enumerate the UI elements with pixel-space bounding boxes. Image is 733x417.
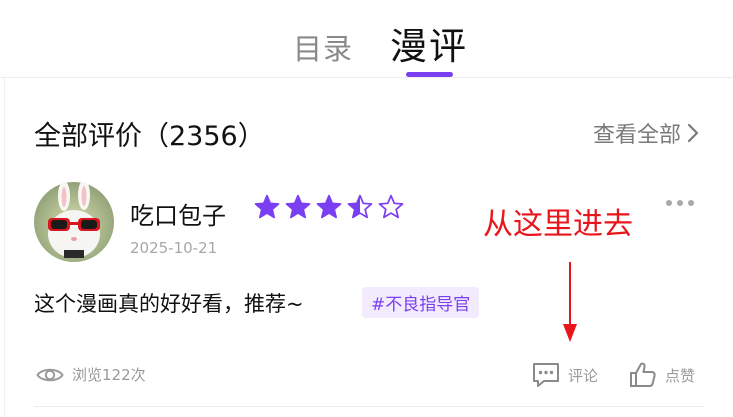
see-all-link[interactable]: 查看全部 [593, 117, 699, 149]
chevron-right-icon [687, 123, 699, 143]
divider [34, 406, 704, 407]
reviews-section-title: 全部评价（2356） [34, 121, 265, 152]
like-label: 点赞 [665, 366, 696, 385]
star-icon [347, 194, 373, 219]
divider [4, 78, 5, 417]
comment-button[interactable]: 评论 [532, 362, 598, 388]
annotation-text: 从这里进去 [483, 207, 633, 242]
review-tag[interactable]: #不良指导官 [362, 287, 480, 318]
see-all-label: 查看全部 [592, 123, 681, 148]
view-count-label: 浏览122次 [72, 366, 146, 384]
more-dots-icon[interactable] [666, 200, 694, 206]
comment-icon [533, 363, 559, 387]
eye-icon [36, 368, 64, 381]
review-text: 这个漫画真的好好看，推荐~ [34, 292, 304, 316]
view-count: 浏览122次 [36, 364, 146, 385]
comment-label: 评论 [568, 366, 599, 385]
tab-catalog[interactable]: 目录 [293, 26, 353, 68]
arrow-down-icon [563, 262, 577, 342]
star-icon [378, 194, 404, 219]
star-icon [316, 194, 342, 219]
review-username[interactable]: 吃口包子 [130, 196, 226, 231]
star-rating [254, 194, 404, 220]
avatar[interactable] [34, 182, 114, 262]
review-date: 2025-10-21 [130, 239, 218, 257]
divider [0, 77, 733, 78]
thumbs-up-icon [630, 362, 656, 387]
star-icon [285, 194, 311, 219]
tab-bar: 目录 漫评 [0, 0, 733, 78]
avatar-image [48, 182, 100, 258]
tab-reviews[interactable]: 漫评 [390, 16, 468, 70]
like-button[interactable]: 点赞 [629, 361, 695, 389]
star-icon [254, 194, 280, 219]
